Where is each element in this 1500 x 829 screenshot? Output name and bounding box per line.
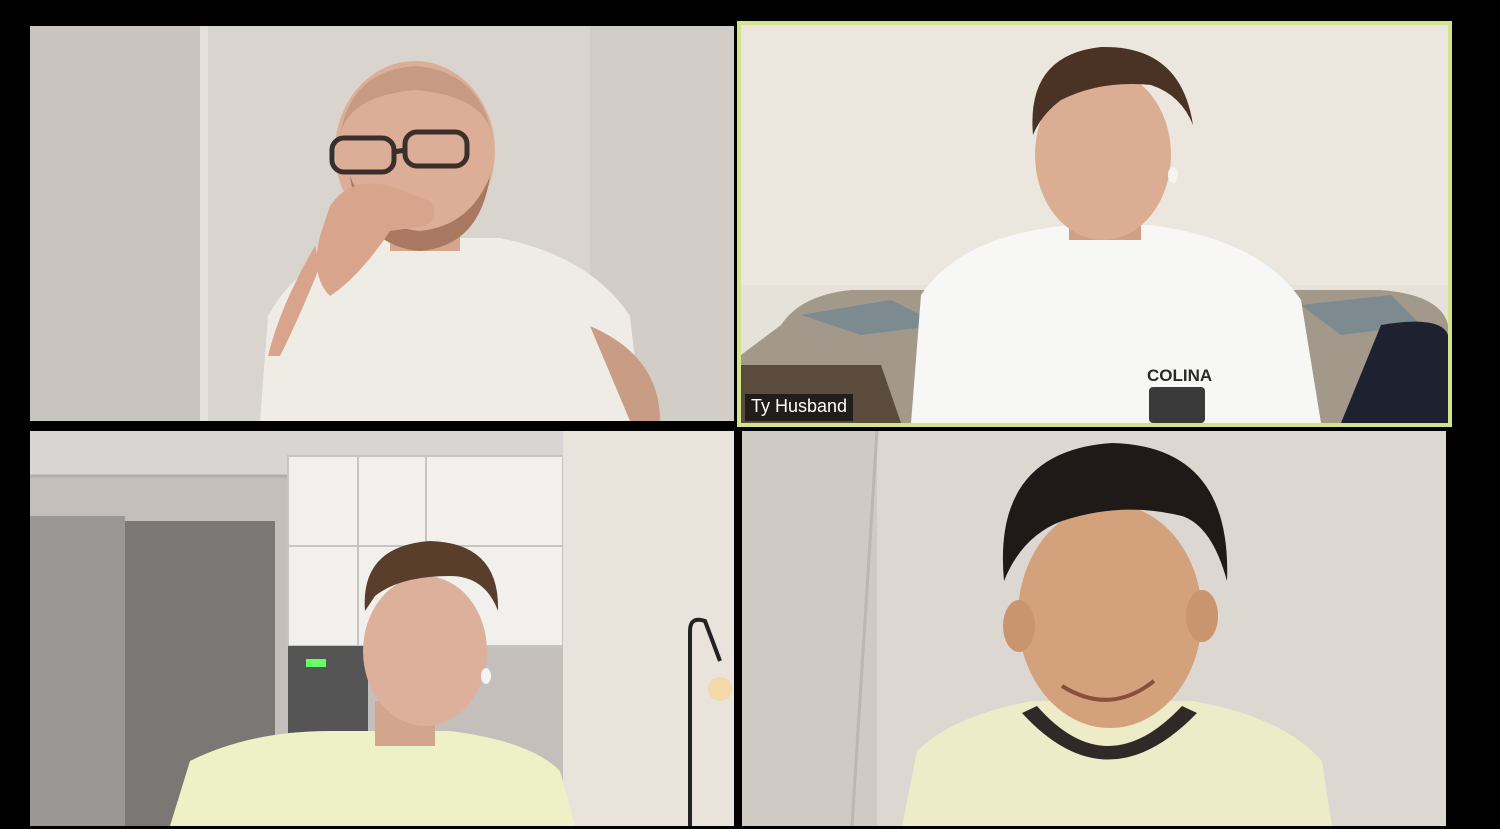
- gallery-view: COLINA Ty Husband: [0, 0, 1500, 829]
- participant-video-feed: COLINA: [741, 25, 1448, 423]
- participant-name-label: Ty Husband: [745, 394, 854, 421]
- participant-video-tile-4[interactable]: [742, 431, 1446, 826]
- shirt-print-text: COLINA: [1147, 366, 1212, 385]
- participant-video-tile-3[interactable]: [30, 431, 734, 826]
- participant-video-feed: [30, 431, 734, 826]
- participant-video-feed: [742, 431, 1446, 826]
- participant-video-tile-1[interactable]: [30, 26, 734, 421]
- participant-video-feed: [30, 26, 734, 421]
- participant-video-tile-2-active-speaker[interactable]: COLINA Ty Husband: [737, 21, 1452, 427]
